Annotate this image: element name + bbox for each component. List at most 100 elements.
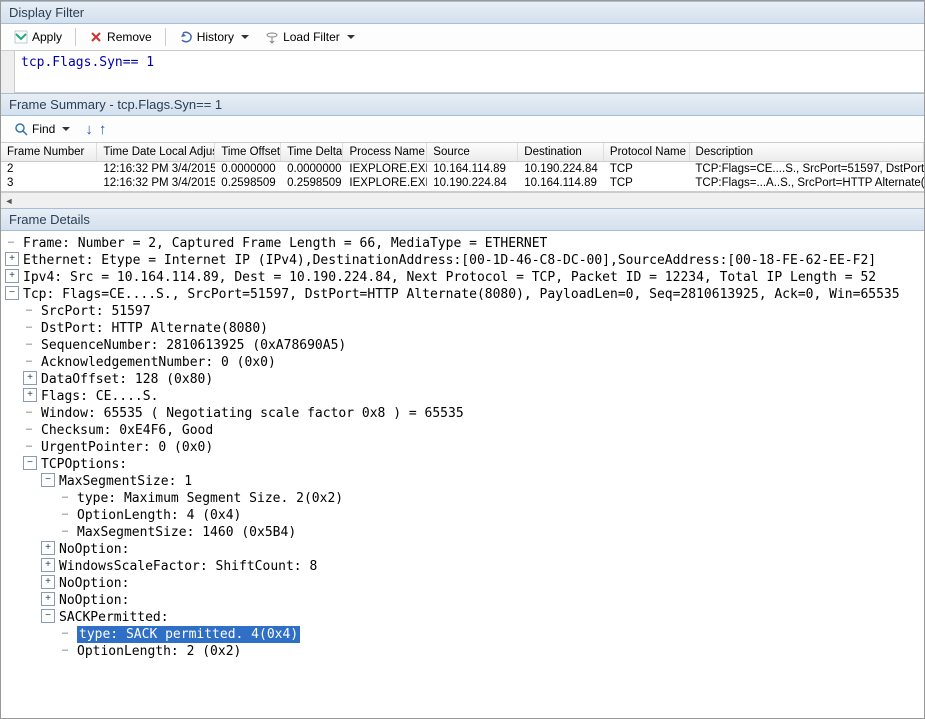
tree-leaf-icon	[59, 524, 73, 538]
cell-description: TCP:Flags=CE....S., SrcPort=51597, DstPo…	[689, 162, 924, 176]
tree-expand-icon[interactable]: +	[41, 575, 55, 589]
history-button[interactable]: History	[172, 27, 256, 47]
tree-collapse-icon[interactable]: −	[41, 609, 55, 623]
tree-node-seq[interactable]: SequenceNumber: 2810613925 (0xA78690A5)	[5, 337, 924, 354]
tree-node-sack-type[interactable]: type: SACK permitted. 4(0x4)	[5, 626, 924, 643]
table-row[interactable]: 2 12:16:32 PM 3/4/2015 0.0000000 0.00000…	[1, 162, 924, 176]
tree-leaf-icon	[23, 320, 37, 334]
tree-node-dataoffset[interactable]: +DataOffset: 128 (0x80)	[5, 371, 924, 388]
cell-process: IEXPLORE.EXE	[343, 162, 427, 176]
tree-node-noop1[interactable]: +NoOption:	[5, 541, 924, 558]
tree-node-tcpoptions[interactable]: −TCPOptions:	[5, 456, 924, 473]
cell-protocol: TCP	[604, 162, 690, 176]
tree-node-tcp[interactable]: −Tcp: Flags=CE....S., SrcPort=51597, Dst…	[5, 286, 924, 303]
tree-leaf-icon	[23, 337, 37, 351]
tree-node-flags[interactable]: +Flags: CE....S.	[5, 388, 924, 405]
find-label: Find	[32, 122, 55, 136]
tree-expand-icon[interactable]: +	[41, 541, 55, 555]
tree-collapse-icon[interactable]: −	[23, 456, 37, 470]
tree-node-mss-len[interactable]: OptionLength: 4 (0x4)	[5, 507, 924, 524]
col-frame-number[interactable]: Frame Number	[1, 143, 97, 161]
tree-node-sack-len[interactable]: OptionLength: 2 (0x2)	[5, 643, 924, 660]
tree-node-srcport[interactable]: SrcPort: 51597	[5, 303, 924, 320]
display-filter-toolbar: Apply Remove History Load Filter	[1, 24, 924, 51]
tree-collapse-icon[interactable]: −	[5, 286, 19, 300]
tree-node-urgent[interactable]: UrgentPointer: 0 (0x0)	[5, 439, 924, 456]
dropdown-caret-icon	[62, 127, 70, 131]
find-prev-button[interactable]: ↑	[99, 122, 107, 137]
cell-destination: 10.190.224.84	[518, 162, 604, 176]
tree-node-mss-type[interactable]: type: Maximum Segment Size. 2(0x2)	[5, 490, 924, 507]
tree-leaf-icon	[5, 235, 19, 249]
tree-leaf-icon	[59, 507, 73, 521]
cell-description: TCP:Flags=...A..S., SrcPort=HTTP Alterna…	[689, 176, 924, 190]
apply-label: Apply	[32, 30, 62, 44]
cell-offset: 0.0000000	[215, 162, 281, 176]
tree-leaf-icon	[59, 626, 73, 640]
col-description[interactable]: Description	[690, 143, 924, 161]
col-delta[interactable]: Time Delta	[281, 143, 343, 161]
horizontal-scrollbar[interactable]: ◄	[1, 192, 924, 208]
col-protocol[interactable]: Protocol Name	[604, 143, 690, 161]
dropdown-caret-icon	[241, 35, 249, 39]
tree-node-ack[interactable]: AcknowledgementNumber: 0 (0x0)	[5, 354, 924, 371]
load-filter-icon	[265, 30, 279, 44]
remove-label: Remove	[107, 30, 152, 44]
load-filter-button[interactable]: Load Filter	[258, 27, 362, 47]
dropdown-caret-icon	[347, 35, 355, 39]
tree-leaf-icon	[59, 643, 73, 657]
remove-button[interactable]: Remove	[82, 27, 159, 47]
tree-leaf-icon	[23, 354, 37, 368]
col-offset[interactable]: Time Offset	[215, 143, 281, 161]
filter-expression-input[interactable]: tcp.Flags.Syn== 1	[15, 51, 924, 93]
frame-summary-title: Frame Summary - tcp.Flags.Syn== 1	[1, 93, 924, 116]
cell-frame-number: 3	[1, 176, 97, 190]
tree-node-noop2[interactable]: +NoOption:	[5, 575, 924, 592]
find-button[interactable]: Find	[7, 119, 77, 139]
col-destination[interactable]: Destination	[518, 143, 604, 161]
tree-expand-icon[interactable]: +	[41, 592, 55, 606]
tree-node-mss-val[interactable]: MaxSegmentSize: 1460 (0x5B4)	[5, 524, 924, 541]
filter-gutter	[1, 51, 15, 93]
tree-node-ethernet[interactable]: +Ethernet: Etype = Internet IP (IPv4),De…	[5, 252, 924, 269]
tree-node-dstport[interactable]: DstPort: HTTP Alternate(8080)	[5, 320, 924, 337]
cell-destination: 10.164.114.89	[518, 176, 604, 190]
tree-node-wsf[interactable]: +WindowsScaleFactor: ShiftCount: 8	[5, 558, 924, 575]
tree-expand-icon[interactable]: +	[41, 558, 55, 572]
find-icon	[14, 122, 28, 136]
cell-delta: 0.2598509	[281, 176, 343, 190]
separator	[75, 28, 76, 46]
tree-node-ipv4[interactable]: +Ipv4: Src = 10.164.114.89, Dest = 10.19…	[5, 269, 924, 286]
tree-leaf-icon	[23, 422, 37, 436]
col-source[interactable]: Source	[427, 143, 518, 161]
cell-offset: 0.2598509	[215, 176, 281, 190]
tree-leaf-icon	[23, 303, 37, 317]
col-process[interactable]: Process Name	[343, 143, 427, 161]
history-icon	[179, 30, 193, 44]
col-time[interactable]: Time Date Local Adjusted	[97, 143, 215, 161]
tree-node-frame[interactable]: Frame: Number = 2, Captured Frame Length…	[5, 235, 924, 252]
tree-expand-icon[interactable]: +	[5, 269, 19, 283]
tree-collapse-icon[interactable]: −	[41, 473, 55, 487]
selected-field: type: SACK permitted. 4(0x4)	[77, 626, 300, 643]
cell-time: 12:16:32 PM 3/4/2015	[97, 176, 215, 190]
cell-source: 10.190.224.84	[427, 176, 518, 190]
apply-button[interactable]: Apply	[7, 27, 69, 47]
tree-node-checksum[interactable]: Checksum: 0xE4F6, Good	[5, 422, 924, 439]
cell-frame-number: 2	[1, 162, 97, 176]
separator	[165, 28, 166, 46]
tree-expand-icon[interactable]: +	[23, 371, 37, 385]
tree-node-mss[interactable]: −MaxSegmentSize: 1	[5, 473, 924, 490]
remove-icon	[89, 30, 103, 44]
scroll-left-icon[interactable]: ◄	[1, 194, 17, 208]
tree-expand-icon[interactable]: +	[5, 252, 19, 266]
find-next-button[interactable]: ↓	[85, 122, 93, 137]
tree-expand-icon[interactable]: +	[23, 388, 37, 402]
grid-body: 2 12:16:32 PM 3/4/2015 0.0000000 0.00000…	[1, 162, 924, 192]
tree-node-window[interactable]: Window: 65535 ( Negotiating scale factor…	[5, 405, 924, 422]
frame-summary-toolbar: Find ↓ ↑	[1, 116, 924, 143]
tree-leaf-icon	[59, 490, 73, 504]
tree-node-noop3[interactable]: +NoOption:	[5, 592, 924, 609]
tree-node-sack[interactable]: −SACKPermitted:	[5, 609, 924, 626]
table-row[interactable]: 3 12:16:32 PM 3/4/2015 0.2598509 0.25985…	[1, 176, 924, 190]
